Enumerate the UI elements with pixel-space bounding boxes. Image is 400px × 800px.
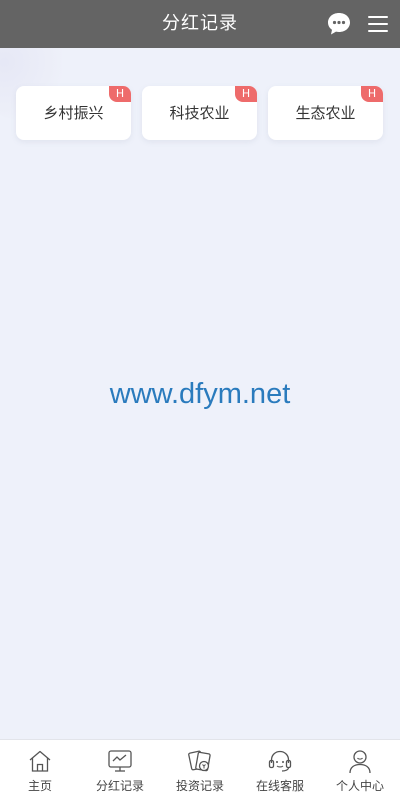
- category-card-eco-agriculture[interactable]: 生态农业 H: [268, 86, 383, 140]
- nav-label-home: 主页: [27, 779, 52, 793]
- category-label: 科技农业: [169, 104, 230, 122]
- chart-monitor-icon: [108, 750, 132, 772]
- category-card-rural-revitalization[interactable]: 乡村振兴 H: [16, 86, 131, 140]
- user-icon: [349, 750, 371, 774]
- top-bar: 分红记录: [0, 0, 400, 48]
- bottom-navigation: 主页 分红记录 投资记录 在线客服 个人中心: [0, 739, 400, 800]
- hot-badge: H: [361, 86, 383, 102]
- nav-label-investment-records: 投资记录: [175, 779, 224, 793]
- hot-badge: H: [109, 86, 131, 102]
- nav-item-online-service[interactable]: 在线客服: [240, 740, 320, 800]
- category-row: 乡村振兴 H 科技农业 H 生态农业 H: [16, 86, 384, 140]
- watermark-text: www.dfym.net: [109, 378, 291, 410]
- home-icon: [29, 750, 51, 772]
- investment-cards-icon: [188, 750, 211, 772]
- chat-bubble-icon[interactable]: [326, 11, 352, 37]
- headset-icon: [268, 750, 292, 772]
- hot-badge: H: [235, 86, 257, 102]
- hamburger-menu-icon[interactable]: [367, 13, 389, 35]
- nav-label-dividend-records: 分红记录: [95, 779, 144, 793]
- category-label: 生态农业: [295, 104, 356, 122]
- category-label: 乡村振兴: [43, 104, 104, 122]
- nav-item-investment-records[interactable]: 投资记录: [160, 740, 240, 800]
- nav-item-dividend-records[interactable]: 分红记录: [80, 740, 160, 800]
- nav-item-profile[interactable]: 个人中心: [320, 740, 400, 800]
- category-card-tech-agriculture[interactable]: 科技农业 H: [142, 86, 257, 140]
- nav-label-online-service: 在线客服: [255, 779, 304, 793]
- nav-label-profile: 个人中心: [335, 779, 384, 793]
- nav-item-home[interactable]: 主页: [0, 740, 80, 800]
